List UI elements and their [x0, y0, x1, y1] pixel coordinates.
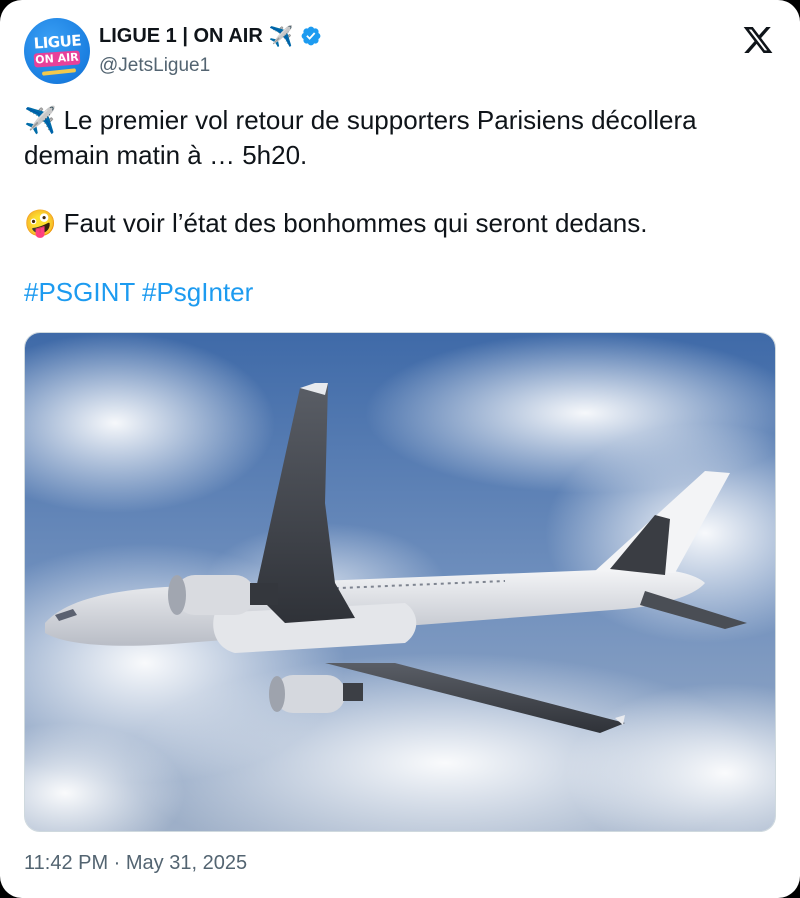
author-handle[interactable]: @JetsLigue1: [99, 55, 322, 77]
airplane-icon: ✈️: [24, 106, 57, 136]
x-logo-icon[interactable]: [742, 24, 774, 56]
tweet-header: LIGUE 1 ON AIR LIGUE 1 | ON AIR ✈️ @Jets…: [24, 18, 776, 90]
airplane-icon: ✈️: [268, 24, 294, 48]
tweet-text-line-2: 🤪 Faut voir l’état des bonhommes qui ser…: [24, 206, 784, 241]
display-name-row[interactable]: LIGUE 1 | ON AIR ✈️: [99, 22, 322, 50]
tweet-card: LIGUE 1 ON AIR LIGUE 1 | ON AIR ✈️ @Jets…: [0, 0, 800, 898]
tweet-timestamp[interactable]: 11:42 PM · May 31, 2025: [24, 852, 247, 875]
author-info: LIGUE 1 | ON AIR ✈️ @JetsLigue1: [99, 22, 322, 77]
tweet-text-line-1: ✈️ Le premier vol retour de supporters P…: [24, 103, 784, 172]
avatar[interactable]: LIGUE 1 ON AIR: [24, 18, 90, 84]
tweet-sentence-2: Faut voir l’état des bonhommes qui seron…: [56, 208, 648, 238]
tweet-sentence-1: Le premier vol retour de supporters Pari…: [24, 105, 697, 170]
tweet-text: ✈️ Le premier vol retour de supporters P…: [24, 103, 784, 309]
airplane-photo: [25, 333, 775, 831]
tweet-media-airplane-photo[interactable]: [24, 332, 776, 832]
zany-face-emoji: 🤪: [24, 209, 57, 239]
display-name[interactable]: LIGUE 1 | ON AIR: [99, 25, 263, 48]
hashtags[interactable]: #PSGINT #PsgInter: [24, 275, 784, 309]
verified-badge-icon: [301, 26, 321, 46]
